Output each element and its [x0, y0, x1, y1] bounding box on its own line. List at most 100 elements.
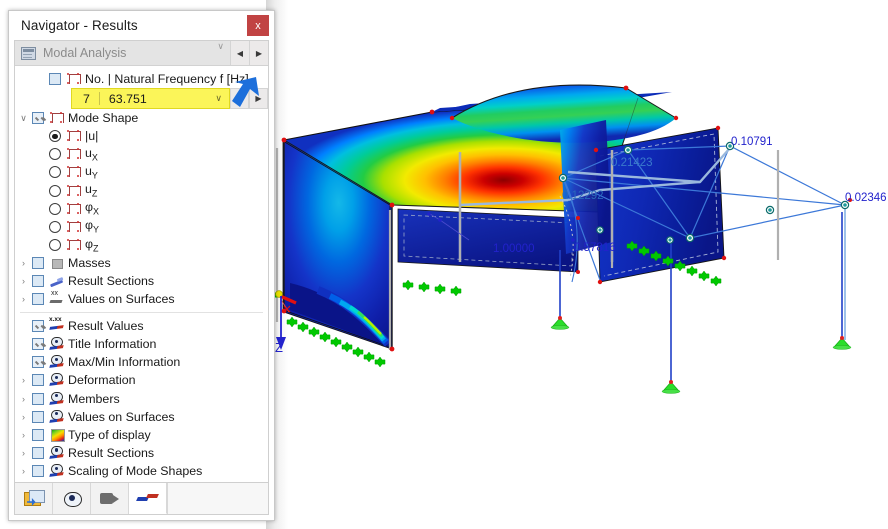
result-label-3: 0.02346 [845, 192, 887, 204]
radio-item-phiy[interactable]: φY [15, 218, 268, 236]
tree-item-label: Max/Min Information [68, 355, 181, 370]
navigator-tabstrip[interactable] [14, 482, 269, 515]
title-information-icon [49, 337, 65, 351]
chevron-right-icon[interactable]: › [15, 375, 32, 385]
natural-frequency-checkbox[interactable] [49, 73, 61, 86]
type-of-display-checkbox[interactable] [32, 428, 44, 441]
frame-icon [49, 111, 65, 125]
chevron-right-icon[interactable]: › [15, 412, 32, 422]
chevron-right-icon[interactable]: › [15, 258, 32, 268]
frame-icon [66, 165, 82, 179]
tree-item-members[interactable]: › Members [15, 390, 268, 408]
result-label-1: 0.21423 [611, 157, 653, 169]
axis-label-z: Z [275, 340, 283, 355]
analysis-next-button[interactable]: ▶ [249, 41, 268, 65]
radio-phiy[interactable] [49, 220, 61, 233]
analysis-combo-value: Modal Analysis [43, 46, 127, 60]
result-values-checkbox[interactable] [32, 320, 44, 333]
radio-label: φ [85, 200, 94, 215]
radio-item-phix[interactable]: φX [15, 200, 268, 218]
frame-icon [66, 147, 82, 161]
view-tab[interactable] [53, 483, 91, 514]
analysis-combo-row: Modal Analysis ∨ ◀ ▶ [15, 41, 268, 66]
radio-item-u-abs[interactable]: |u| [15, 127, 268, 145]
frame-icon [66, 220, 82, 234]
maxmin-information-checkbox[interactable] [32, 356, 44, 369]
results-tab[interactable] [15, 483, 53, 514]
chevron-down-icon[interactable]: ∨ [215, 93, 222, 104]
tree-item-type-of-display[interactable]: › Type of display [15, 426, 268, 444]
type-of-display-icon [49, 428, 65, 442]
tree-item-result-values[interactable]: Result Values [15, 316, 268, 335]
radio-label: |u| [85, 129, 99, 144]
maxmin-information-icon [49, 355, 65, 369]
radio-uy[interactable] [49, 166, 61, 179]
radio-label: u [85, 164, 92, 179]
result-sections-icon [49, 274, 65, 288]
frame-icon [66, 238, 82, 252]
tree-item-label: Deformation [68, 373, 136, 388]
analysis-combo[interactable]: Modal Analysis [15, 41, 218, 65]
radio-label-sub: X [93, 206, 100, 217]
chevron-right-icon[interactable]: › [15, 276, 32, 286]
radio-label-sub: X [91, 152, 98, 163]
radio-item-phiz[interactable]: φZ [15, 236, 268, 254]
result-values-icon [49, 316, 65, 333]
close-icon[interactable]: x [247, 15, 269, 36]
page-title: Navigator - Results [21, 18, 138, 33]
radio-phix[interactable] [49, 202, 61, 215]
masses-checkbox[interactable] [32, 256, 44, 269]
chevron-right-icon[interactable]: › [15, 448, 32, 458]
tree-item-label: Result Sections [68, 273, 155, 288]
annotation-arrow-icon [232, 77, 259, 107]
tree-item-label: Mode Shape [68, 111, 139, 126]
result-sections-display-checkbox[interactable] [32, 446, 44, 459]
tree-item-label: Scaling of Mode Shapes [68, 463, 203, 478]
radio-label: u [85, 146, 92, 161]
tree-item-label: Type of display [68, 427, 151, 442]
chevron-right-icon[interactable]: › [15, 466, 32, 476]
analysis-prev-button[interactable]: ◀ [230, 41, 249, 65]
tabstrip-filler [167, 483, 268, 514]
tree-item-values-on-surfaces-display[interactable]: › Values on Surfaces [15, 408, 268, 426]
deformation-checkbox[interactable] [32, 374, 44, 387]
tree-item-values-on-surfaces[interactable]: › Values on Surfaces [15, 290, 268, 308]
radio-item-uz[interactable]: uZ [15, 181, 268, 199]
chevron-right-icon[interactable]: › [15, 394, 32, 404]
results-tree[interactable]: No. | Natural Frequency f [Hz] 7 63.751 … [15, 66, 268, 482]
chevron-right-icon[interactable]: › [15, 430, 32, 440]
scaling-of-mode-shapes-checkbox[interactable] [32, 464, 44, 477]
chevron-down-icon[interactable]: ∨ [217, 41, 224, 65]
mode-shape-checkbox[interactable] [32, 112, 44, 125]
tree-item-title-information[interactable]: Title Information [15, 335, 268, 353]
radio-uz[interactable] [49, 184, 61, 197]
tree-item-label: Values on Surfaces [68, 409, 175, 424]
tree-item-deformation[interactable]: › Deformation [15, 371, 268, 389]
values-on-surfaces-display-checkbox[interactable] [32, 410, 44, 423]
radio-label-sub: Z [93, 243, 99, 254]
members-checkbox[interactable] [32, 392, 44, 405]
chevron-right-icon[interactable]: › [15, 294, 32, 304]
scaling-of-mode-shapes-icon [49, 463, 65, 478]
result-sections-checkbox[interactable] [32, 274, 44, 287]
frequency-value: 63.751 [108, 91, 147, 106]
title-information-checkbox[interactable] [32, 338, 44, 351]
deflection-tab[interactable] [129, 483, 167, 514]
frame-icon [66, 184, 82, 198]
radio-item-ux[interactable]: uX [15, 145, 268, 163]
radio-label-sub: Z [91, 188, 98, 199]
tree-item-maxmin-information[interactable]: Max/Min Information [15, 353, 268, 371]
tree-item-result-sections-display[interactable]: › Result Sections [15, 444, 268, 462]
radio-phiz[interactable] [49, 238, 61, 251]
chevron-down-icon[interactable]: ∨ [15, 113, 32, 124]
frequency-combo[interactable]: 7 63.751 ∨ [71, 88, 230, 110]
result-label-2: 0.12292 [562, 190, 604, 202]
tree-item-result-sections[interactable]: › Result Sections [15, 272, 268, 290]
tree-item-scaling-of-mode-shapes[interactable]: › Scaling of Mode Shapes [15, 462, 268, 480]
radio-item-uy[interactable]: uY [15, 163, 268, 181]
values-on-surfaces-checkbox[interactable] [32, 293, 44, 306]
radio-ux[interactable] [49, 148, 61, 161]
tree-item-masses[interactable]: › Masses [15, 254, 268, 272]
radio-u-abs[interactable] [49, 130, 61, 143]
camera-tab[interactable] [91, 483, 129, 514]
